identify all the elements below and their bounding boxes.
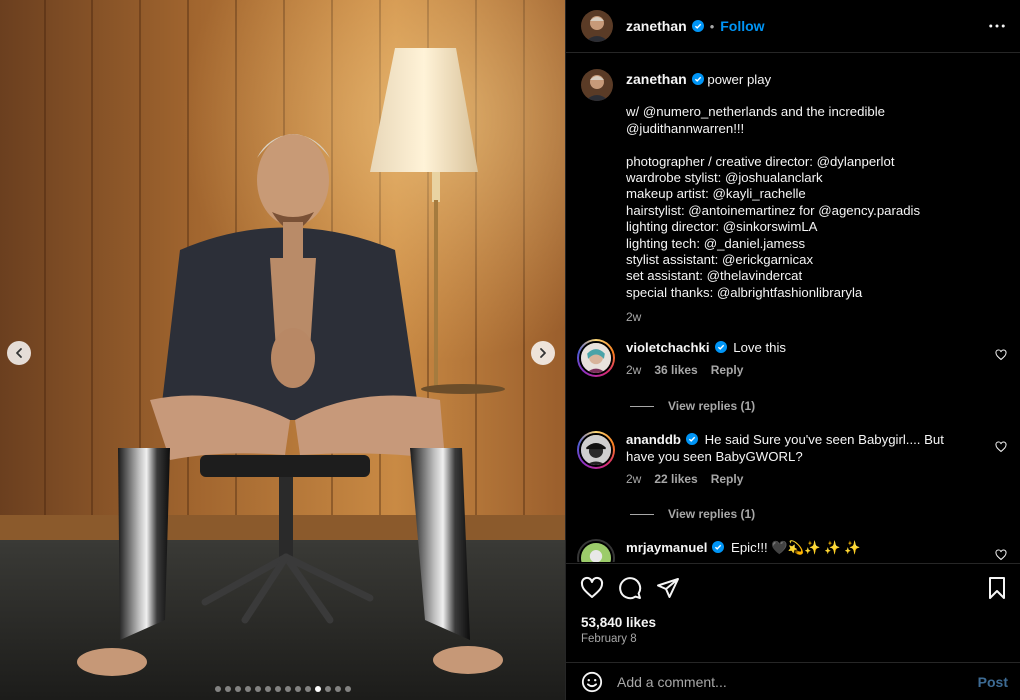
chevron-right-icon xyxy=(540,348,546,358)
comment-username[interactable]: ananddb xyxy=(626,432,681,447)
comment-username[interactable]: violetchachki xyxy=(626,340,710,355)
add-comment-bar: Post xyxy=(566,662,1020,700)
share-icon[interactable] xyxy=(656,576,680,600)
heart-icon[interactable] xyxy=(995,441,1007,453)
comment-time[interactable]: 2w xyxy=(626,363,641,377)
avatar xyxy=(581,435,611,465)
post-comment-button[interactable]: Post xyxy=(978,674,1008,690)
caption-line: @judithannwarren!!! xyxy=(626,120,745,136)
comment-body: ananddb He said Sure you've seen Babygir… xyxy=(626,431,966,488)
carousel-dot xyxy=(304,686,311,692)
avatar[interactable] xyxy=(581,10,613,42)
carousel-dot xyxy=(244,686,251,692)
caption-line: makeup artist: @kayli_rachelle xyxy=(626,186,806,202)
avatar xyxy=(581,543,611,562)
carousel-dot xyxy=(284,686,291,692)
divider xyxy=(630,513,654,515)
separator-dot: • xyxy=(709,18,715,34)
reply-button[interactable]: Reply xyxy=(711,472,744,486)
caption-line: lighting tech: @_daniel.jamess xyxy=(626,235,806,251)
comment-time[interactable]: 2w xyxy=(626,472,641,486)
comment-text: Epic!!! 🖤💫✨ ✨ ✨ xyxy=(731,540,861,555)
caption-title: power play xyxy=(707,72,772,87)
verified-badge-icon xyxy=(691,73,704,85)
more-options-button[interactable] xyxy=(988,17,1006,35)
carousel-dot xyxy=(324,686,331,692)
view-replies-label: View replies (1) xyxy=(668,399,756,413)
comment-icon[interactable] xyxy=(618,576,642,600)
chevron-left-icon xyxy=(16,348,22,358)
comments-section[interactable]: zanethan power play w/ @numero_netherlan… xyxy=(566,54,1020,562)
carousel-next-button[interactable] xyxy=(531,341,555,365)
carousel-dot xyxy=(334,686,341,692)
avatar xyxy=(581,343,611,373)
caption-body: zanethan power play w/ @numero_netherlan… xyxy=(626,69,986,326)
caption-line: set assistant: @thelavindercat xyxy=(626,268,803,284)
view-replies-label: View replies (1) xyxy=(668,507,756,521)
comment-body: mrjaymanuel Epic!!! 🖤💫✨ ✨ ✨ xyxy=(626,539,966,562)
verified-badge-icon xyxy=(685,433,698,445)
caption-line: wardrobe stylist: @joshualanclark xyxy=(626,170,823,186)
carousel-dot xyxy=(224,686,231,692)
more-horizontal-icon xyxy=(989,24,1005,28)
comment-input[interactable] xyxy=(617,673,947,690)
heart-icon[interactable] xyxy=(995,349,1007,361)
post-photo xyxy=(0,0,565,700)
carousel-dot xyxy=(294,686,301,692)
caption-username[interactable]: zanethan xyxy=(626,71,687,87)
instagram-post-view: zanethan • Follow zanethan power play w/… xyxy=(0,0,1020,700)
post-header: zanethan • Follow xyxy=(566,0,1020,53)
carousel-dot xyxy=(314,686,321,692)
verified-badge-icon xyxy=(691,20,704,32)
carousel-dot xyxy=(274,686,281,692)
comment-username[interactable]: mrjaymanuel xyxy=(626,540,707,555)
post-date[interactable]: February 8 xyxy=(581,633,637,645)
caption-line: hairstylist: @antoinemartinez for @agenc… xyxy=(626,202,921,218)
caption-line: w/ @numero_netherlands and the incredibl… xyxy=(626,104,885,120)
story-ring[interactable] xyxy=(577,431,615,469)
divider xyxy=(630,405,654,407)
caption-timestamp[interactable]: 2w xyxy=(626,309,986,325)
emoji-icon[interactable] xyxy=(581,671,603,693)
caption-line: special thanks: @albrightfashionlibraryl… xyxy=(626,284,863,300)
verified-badge-icon xyxy=(714,341,727,353)
post-actions-section: 53,840 likes February 8 xyxy=(566,563,1020,661)
carousel-dot xyxy=(254,686,261,692)
likes-count[interactable]: 53,840 likes xyxy=(581,615,656,630)
follow-button[interactable]: Follow xyxy=(720,18,764,34)
caption-line: lighting director: @sinkorswimLA xyxy=(626,219,818,235)
view-replies-button[interactable]: View replies (1) xyxy=(630,507,755,521)
caption-line: stylist assistant: @erickgarnicax xyxy=(626,252,814,268)
comment-likes[interactable]: 22 likes xyxy=(654,472,697,486)
comment-text: Love this xyxy=(733,340,787,355)
story-ring[interactable] xyxy=(577,539,615,562)
carousel-indicator xyxy=(0,686,565,692)
post-media[interactable] xyxy=(0,0,565,700)
caption-line: photographer / creative director: @dylan… xyxy=(626,153,895,169)
comment-likes[interactable]: 36 likes xyxy=(654,363,697,377)
verified-badge-icon xyxy=(712,541,725,553)
carousel-dot xyxy=(264,686,271,692)
comment-item: violetchachki Love this 2w 36 likes Reply xyxy=(577,339,1007,379)
carousel-dot xyxy=(214,686,221,692)
avatar[interactable] xyxy=(581,69,613,101)
heart-icon[interactable] xyxy=(580,576,604,600)
bookmark-icon[interactable] xyxy=(985,576,1009,600)
comment-item: mrjaymanuel Epic!!! 🖤💫✨ ✨ ✨ xyxy=(577,539,1007,562)
carousel-dot xyxy=(344,686,351,692)
story-ring[interactable] xyxy=(577,339,615,377)
reply-button[interactable]: Reply xyxy=(711,363,744,377)
caption-line xyxy=(626,137,986,153)
carousel-prev-button[interactable] xyxy=(7,341,31,365)
comment-body: violetchachki Love this 2w 36 likes Reply xyxy=(626,339,966,379)
carousel-dot xyxy=(234,686,241,692)
comment-item: ananddb He said Sure you've seen Babygir… xyxy=(577,431,1007,488)
heart-icon[interactable] xyxy=(995,549,1007,561)
post-caption: zanethan power play w/ @numero_netherlan… xyxy=(581,69,1001,326)
post-side-panel: zanethan • Follow zanethan power play w/… xyxy=(565,0,1020,700)
action-bar xyxy=(580,576,680,600)
header-username[interactable]: zanethan xyxy=(626,18,687,34)
view-replies-button[interactable]: View replies (1) xyxy=(630,399,755,413)
